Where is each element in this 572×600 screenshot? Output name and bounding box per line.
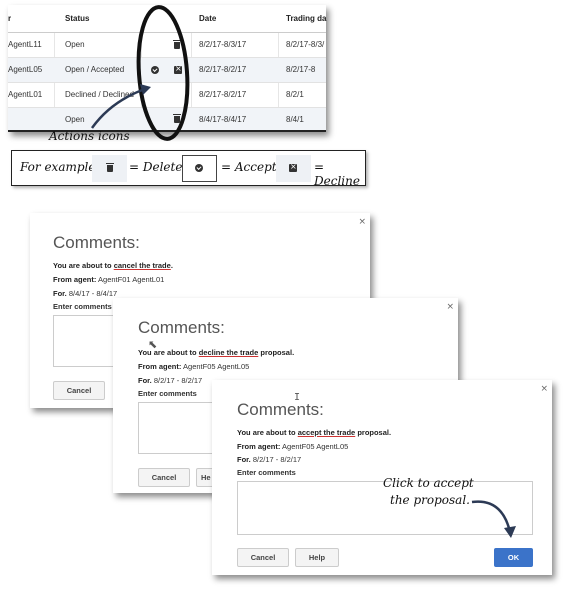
from-value: AgentF01 AgentL01	[98, 275, 165, 284]
callout-arrow-line	[471, 500, 512, 533]
for-dates-line: For. 8/4/17 - 8/4/17	[53, 289, 117, 298]
help-button[interactable]: Help	[295, 548, 339, 567]
dialog-title: Comments:	[53, 233, 140, 252]
legend-accept-text: = Accept,	[221, 160, 281, 174]
dialog-about-text: You are about to decline the trade propo…	[138, 348, 294, 357]
delete-icon	[106, 163, 114, 172]
comments-textarea[interactable]	[53, 315, 115, 367]
from-label: From agent:	[237, 442, 281, 451]
close-icon[interactable]: ×	[446, 302, 454, 312]
icon-legend: For example: = Delete, = Accept, = Decli…	[11, 150, 366, 188]
decline-icon	[289, 162, 297, 172]
text-cursor-icon: I	[294, 392, 301, 403]
from-agent-line: From agent: AgentF05 AgentL05	[237, 442, 348, 451]
callout-arrowhead	[504, 526, 516, 538]
cancel-button[interactable]: Cancel	[138, 468, 190, 487]
dialog-about-text: You are about to accept the trade propos…	[237, 428, 391, 437]
legend-decline-box	[276, 155, 311, 182]
close-icon[interactable]: ×	[540, 384, 548, 394]
legend-prefix: For example:	[20, 160, 100, 174]
from-value: AgentF05 AgentL05	[282, 442, 349, 451]
about-suffix: proposal.	[355, 428, 392, 437]
for-value: 8/2/17 - 8/2/17	[153, 376, 203, 385]
about-action: accept the trade	[297, 428, 356, 437]
legend-delete-box	[92, 155, 127, 182]
about-prefix: You are about to	[237, 428, 298, 437]
about-action: cancel the trade	[113, 261, 171, 270]
actions-icons-caption: Actions icons	[49, 129, 130, 143]
for-value: 8/4/17 - 8/4/17	[68, 289, 118, 298]
about-action: decline the trade	[198, 348, 259, 357]
mouse-pointer-icon: ⬉	[148, 338, 158, 351]
from-agent-line: From agent: AgentF01 AgentL01	[53, 275, 164, 284]
from-value: AgentF05 AgentL05	[183, 362, 250, 371]
enter-comments-label: Enter comments	[53, 302, 112, 311]
dialog-title: Comments:	[138, 318, 225, 337]
about-prefix: You are about to	[53, 261, 114, 270]
for-value: 8/2/17 - 8/2/17	[252, 455, 302, 464]
ok-button[interactable]: OK	[494, 548, 533, 567]
dialog-about-text: You are about to cancel the trade.	[53, 261, 173, 270]
callout-arrow	[471, 500, 516, 538]
dialog-title: Comments:	[237, 400, 324, 419]
legend-accept-box	[182, 155, 217, 182]
for-label: For.	[53, 289, 67, 298]
callout-line-1: Click to accept	[383, 476, 474, 490]
about-suffix: .	[170, 261, 173, 270]
from-label: From agent:	[138, 362, 182, 371]
enter-comments-label: Enter comments	[138, 389, 197, 398]
for-dates-line: For. 8/2/17 - 8/2/17	[138, 376, 202, 385]
for-label: For.	[237, 455, 251, 464]
cancel-button[interactable]: Cancel	[53, 381, 105, 400]
highlight-ellipse	[136, 5, 190, 141]
accept-icon	[195, 164, 203, 172]
for-label: For.	[138, 376, 152, 385]
comments-textarea[interactable]	[138, 402, 215, 454]
callout-line-2: the proposal.	[390, 493, 470, 507]
legend-decline-text: = Decline	[314, 160, 360, 188]
close-icon[interactable]: ×	[358, 217, 366, 227]
from-agent-line: From agent: AgentF05 AgentL05	[138, 362, 249, 371]
about-suffix: proposal.	[258, 348, 295, 357]
cancel-button[interactable]: Cancel	[237, 548, 289, 567]
for-dates-line: For. 8/2/17 - 8/2/17	[237, 455, 301, 464]
from-label: From agent:	[53, 275, 97, 284]
enter-comments-label: Enter comments	[237, 468, 296, 477]
legend-delete-text: = Delete,	[129, 160, 187, 174]
